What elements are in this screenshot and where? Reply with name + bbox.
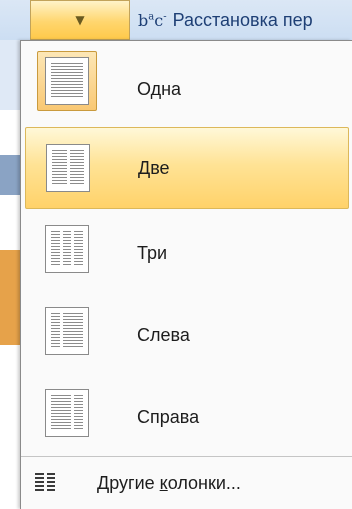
columns-menu: Одна Две Три Слева Справа Другие колонки… [20,40,352,509]
menu-item-right-columns[interactable]: Справа [21,373,352,455]
menu-item-one-column[interactable]: Одна [21,41,352,123]
more-columns-label: Другие колонки... [97,472,241,493]
right-columns-icon [37,383,97,443]
columns-icon [35,473,55,491]
menu-item-label: Три [137,243,168,263]
columns-dropdown-button[interactable]: ▼ [30,0,130,40]
hyphenation-button[interactable]: bac- Расстановка пер [132,0,352,40]
one-column-icon [37,51,97,111]
hyphenation-icon: bac- [138,10,167,30]
hyphenation-label: Расстановка пер [172,9,313,30]
chevron-down-icon: ▼ [75,13,85,27]
menu-item-label: Справа [137,407,200,427]
menu-item-label: Две [138,158,170,178]
left-columns-icon [37,301,97,361]
menu-item-three-columns[interactable]: Три [21,209,352,291]
menu-item-label: Одна [137,79,182,99]
menu-item-left-columns[interactable]: Слева [21,291,352,373]
menu-item-label: Слева [137,325,190,345]
three-columns-icon [37,219,97,279]
menu-item-two-columns[interactable]: Две [25,127,349,209]
two-columns-icon [38,138,98,198]
menu-item-more-columns[interactable]: Другие колонки... [21,457,352,509]
